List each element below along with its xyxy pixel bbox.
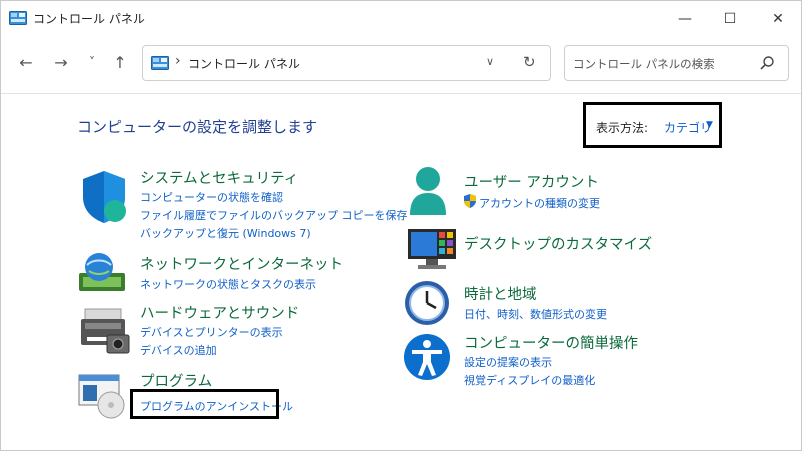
page-heading: コンピューターの設定を調整します xyxy=(77,118,318,136)
close-button[interactable]: ✕ xyxy=(766,7,790,31)
category-title-hardware-sound[interactable]: ハードウェアとサウンド xyxy=(140,302,299,323)
close-icon: ✕ xyxy=(772,11,784,27)
up-arrow-icon: ↑ xyxy=(113,52,127,72)
breadcrumb-control-panel[interactable]: コントロール パネル xyxy=(188,55,300,72)
search-box[interactable]: コントロール パネルの検索 xyxy=(564,45,789,81)
category-title-network-internet[interactable]: ネットワークとインターネット xyxy=(140,253,343,274)
maximize-button[interactable]: ☐ xyxy=(718,7,742,31)
control-panel-icon xyxy=(151,56,169,70)
link-optimize-display[interactable]: 視覚ディスプレイの最適化 xyxy=(464,372,595,388)
category-title-clock-region[interactable]: 時計と地域 xyxy=(464,283,537,304)
programs-icon xyxy=(78,374,125,419)
forward-arrow-icon: → xyxy=(54,52,68,72)
link-check-computer-status[interactable]: コンピューターの状態を確認 xyxy=(140,189,283,205)
link-change-account-type[interactable]: アカウントの種類の変更 xyxy=(479,195,600,211)
view-mode-dropdown[interactable]: カテゴリ xyxy=(664,119,712,136)
back-arrow-icon: ← xyxy=(19,52,33,72)
minimize-icon: — xyxy=(678,11,692,27)
network-globe-icon xyxy=(79,253,125,291)
printer-icon xyxy=(81,308,130,354)
control-panel-window: コントロール パネル — ☐ ✕ ← → ˅ ↑ › コントロール パネル ∨ … xyxy=(0,0,802,451)
link-backup-restore[interactable]: バックアップと復元 (Windows 7) xyxy=(140,225,311,241)
uac-shield-icon xyxy=(464,194,476,208)
recent-locations-button[interactable]: ˅ xyxy=(81,51,103,73)
forward-button[interactable]: → xyxy=(50,51,72,73)
dropdown-arrow-icon[interactable]: ▼ xyxy=(706,120,713,130)
desktop-icon xyxy=(408,229,456,269)
clock-icon xyxy=(405,281,449,325)
refresh-icon[interactable]: ↻ xyxy=(523,53,536,71)
link-suggested-settings[interactable]: 設定の提案の表示 xyxy=(464,354,552,370)
link-devices-printers[interactable]: デバイスとプリンターの表示 xyxy=(140,324,283,340)
address-bar[interactable]: › コントロール パネル ∨ ↻ xyxy=(142,45,551,81)
maximize-icon: ☐ xyxy=(723,11,737,27)
search-input[interactable]: コントロール パネルの検索 xyxy=(573,56,715,72)
link-add-device[interactable]: デバイスの追加 xyxy=(140,342,217,358)
category-title-user-accounts[interactable]: ユーザー アカウント xyxy=(464,171,599,192)
minimize-button[interactable]: — xyxy=(673,7,697,31)
category-title-programs[interactable]: プログラム xyxy=(140,370,212,391)
link-network-status[interactable]: ネットワークの状態とタスクの表示 xyxy=(140,276,316,292)
link-file-history-backup[interactable]: ファイル履歴でファイルのバックアップ コピーを保存 xyxy=(140,207,408,223)
navigation-bar: ← → ˅ ↑ › コントロール パネル ∨ ↻ コントロール パネルの検索 xyxy=(1,41,801,85)
breadcrumb-chevron-icon: › xyxy=(175,53,181,69)
divider xyxy=(1,93,801,94)
search-icon[interactable] xyxy=(759,55,775,71)
up-button[interactable]: ↑ xyxy=(109,51,131,73)
user-icon xyxy=(410,167,446,215)
address-dropdown-icon[interactable]: ∨ xyxy=(486,55,494,68)
link-change-date-time-format[interactable]: 日付、時刻、数値形式の変更 xyxy=(464,306,607,322)
uninstall-highlight-box xyxy=(130,389,279,419)
category-title-system-security[interactable]: システムとセキュリティ xyxy=(140,167,298,188)
shield-icon xyxy=(83,171,126,223)
control-panel-icon xyxy=(9,11,27,25)
back-button[interactable]: ← xyxy=(15,51,37,73)
title-bar: コントロール パネル — ☐ ✕ xyxy=(1,1,801,37)
category-title-ease-of-access[interactable]: コンピューターの簡単操作 xyxy=(464,332,638,353)
chevron-down-icon: ˅ xyxy=(89,55,95,69)
view-mode-label: 表示方法: xyxy=(596,121,649,135)
accessibility-icon xyxy=(404,334,450,380)
window-title: コントロール パネル xyxy=(33,12,145,26)
category-title-appearance[interactable]: デスクトップのカスタマイズ xyxy=(464,233,652,254)
